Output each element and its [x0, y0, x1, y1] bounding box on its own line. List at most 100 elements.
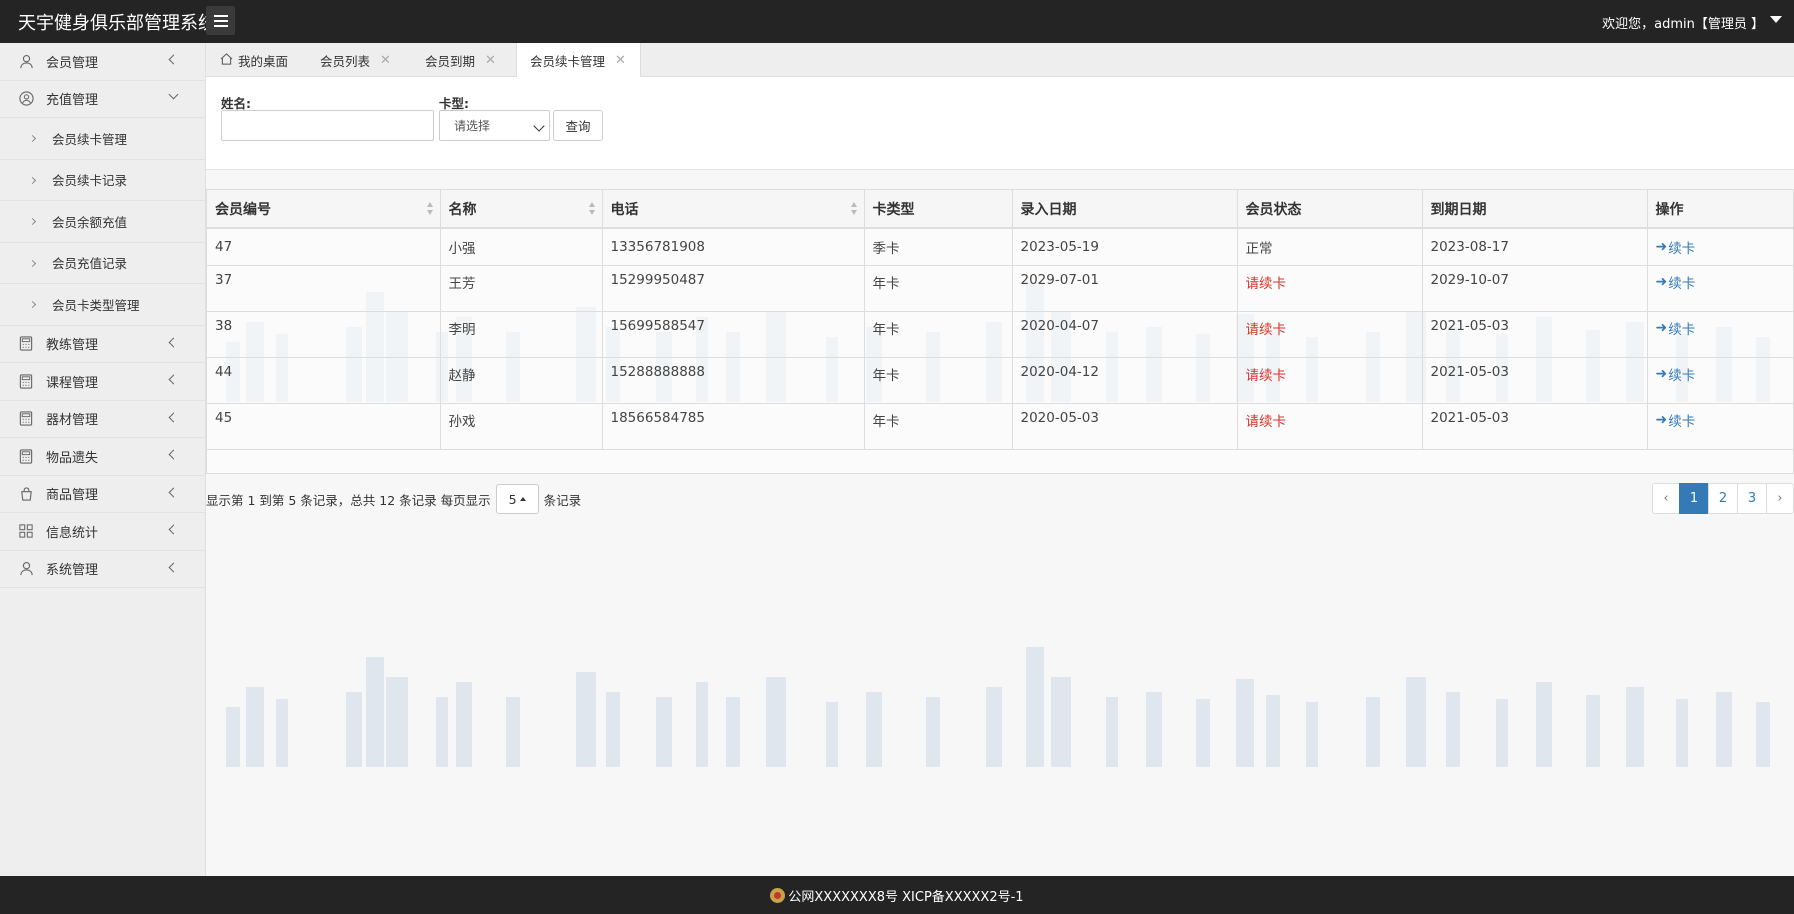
chevron-down-icon [533, 120, 545, 132]
cell-entry-date: 2029-07-01 [1012, 265, 1238, 312]
sidebar-item-label: 系统管理 [46, 563, 99, 579]
cell-status: 请续卡 [1237, 403, 1423, 450]
cell-card-type: 年卡 [864, 357, 1013, 404]
sidebar-item-goods[interactable]: 商品管理 [0, 476, 205, 513]
chevron-right-icon [28, 176, 37, 184]
cell-action: ➜ 续卡 [1647, 403, 1793, 450]
chevron-down-icon [168, 89, 179, 99]
column-header-expire-date: 到期日期 [1422, 190, 1648, 229]
renew-card-link[interactable]: ➜ 续卡 [1656, 318, 1696, 338]
name-search-input[interactable] [221, 110, 434, 141]
sidebar-item-course[interactable]: 课程管理 [0, 363, 205, 401]
chevron-right-icon [28, 259, 37, 267]
user-menu[interactable]: 欢迎您，admin【管理员 】 [1602, 13, 1764, 32]
footer-text: 公网XXXXXXX8号 XICP备XXXXX2号-1 [788, 889, 1024, 905]
cell-card-type: 年卡 [864, 403, 1013, 450]
tab-renewal-management[interactable]: 会员续卡管理 ✕ [516, 43, 641, 78]
column-header-phone[interactable]: 电话 [602, 190, 865, 229]
chevron-left-icon [168, 562, 179, 572]
column-header-entry-date: 录入日期 [1012, 190, 1238, 229]
sidebar-item-equipment[interactable]: 器材管理 [0, 401, 205, 438]
calculator-icon [18, 411, 34, 427]
caret-down-icon[interactable] [1770, 16, 1782, 23]
sidebar-item-lost-items[interactable]: 物品遗失 [0, 438, 205, 476]
chevron-left-icon [168, 487, 179, 497]
cell-member-id: 38 [207, 311, 441, 358]
sort-icon[interactable] [850, 202, 858, 216]
sidebar-item-label: 商品管理 [46, 488, 99, 504]
app-title: 天宇健身俱乐部管理系统 [18, 13, 216, 34]
sidebar-subitem-balance-recharge[interactable]: 会员余额充值 [0, 201, 205, 243]
calculator-icon [18, 336, 34, 352]
chevron-right-icon [28, 134, 37, 143]
page-button[interactable]: 2 [1708, 483, 1738, 514]
cell-member-id: 44 [207, 357, 441, 404]
cell-name: 王芳 [440, 265, 603, 312]
tab-member-expiry[interactable]: 会员到期 ✕ [425, 43, 496, 77]
column-header-id[interactable]: 会员编号 [207, 190, 441, 229]
column-header-status: 会员状态 [1237, 190, 1423, 229]
close-icon[interactable]: ✕ [380, 53, 391, 68]
column-header-name[interactable]: 名称 [440, 190, 603, 229]
cell-name: 李明 [440, 311, 603, 358]
renew-card-link[interactable]: ➜ 续卡 [1656, 364, 1696, 384]
cell-phone: 15699588547 [602, 311, 865, 358]
page-size-dropdown[interactable]: 5 [495, 484, 539, 514]
menu-toggle-button[interactable] [206, 6, 235, 35]
city-skyline-background [226, 647, 1770, 767]
calculator-icon [18, 448, 34, 464]
query-button[interactable]: 查询 [553, 110, 603, 141]
tab-member-list[interactable]: 会员列表 ✕ [320, 43, 391, 77]
pagination: ‹ 1 2 3 › [1652, 483, 1794, 514]
page-button[interactable]: 1 [1679, 483, 1709, 514]
renew-card-link[interactable]: ➜ 续卡 [1656, 237, 1696, 257]
sidebar-item-statistics[interactable]: 信息统计 [0, 513, 205, 551]
sidebar-subitem-label: 会员续卡管理 [52, 131, 128, 147]
column-header-card-type: 卡类型 [864, 190, 1013, 229]
cell-phone: 15299950487 [602, 265, 865, 312]
chevron-left-icon [168, 54, 179, 65]
table-row: 38 李明 15699588547 年卡 2020-04-07 请续卡 2021-05-03… [207, 311, 1793, 358]
sidebar-subitem-renewal[interactable]: 会员续卡管理 [0, 118, 205, 160]
cell-name: 孙戏 [440, 403, 603, 450]
close-icon[interactable]: ✕ [615, 53, 626, 68]
member-table: 会员编号 名称 电话 卡类型 录入日期 会员状态 到期日期 操作 47 小强 133… [206, 189, 1794, 474]
cell-status: 正常 [1237, 228, 1423, 266]
renew-card-label: 续卡 [1668, 413, 1696, 430]
sidebar-subitem-recharge-records[interactable]: 会员充值记录 [0, 243, 205, 284]
cell-card-type: 年卡 [864, 311, 1013, 358]
renew-card-label: 续卡 [1668, 367, 1696, 384]
sort-icon[interactable] [588, 202, 596, 216]
cell-status: 请续卡 [1237, 311, 1423, 358]
cell-name: 小强 [440, 228, 603, 266]
tab-label: 会员到期 [425, 53, 476, 69]
page-button[interactable]: 3 [1737, 483, 1767, 514]
tab-desktop[interactable]: 我的桌面 [220, 43, 288, 77]
renew-card-label: 续卡 [1668, 275, 1696, 292]
tab-bar: 我的桌面 会员列表 ✕ 会员到期 ✕ 会员续卡管理 ✕ [206, 43, 1794, 78]
cell-action: ➜ 续卡 [1647, 357, 1793, 404]
renew-card-link[interactable]: ➜ 续卡 [1656, 410, 1696, 430]
next-page-button[interactable]: › [1766, 483, 1794, 514]
cell-entry-date: 2020-04-07 [1012, 311, 1238, 358]
sidebar-subitem-renewal-records[interactable]: 会员续卡记录 [0, 160, 205, 201]
sidebar-item-recharge[interactable]: 充值管理 [0, 81, 205, 118]
sidebar-subitem-card-types[interactable]: 会员卡类型管理 [0, 284, 205, 326]
sort-icon[interactable] [426, 202, 434, 216]
sidebar-item-member[interactable]: 会员管理 [0, 43, 205, 81]
card-type-select[interactable]: 请选择 [439, 110, 550, 141]
cell-card-type: 季卡 [864, 228, 1013, 266]
home-icon [220, 52, 233, 68]
page-size-value: 5 [508, 491, 517, 507]
prev-page-button[interactable]: ‹ [1652, 483, 1680, 514]
renew-card-link[interactable]: ➜ 续卡 [1656, 272, 1696, 292]
cell-member-id: 47 [207, 228, 441, 266]
cell-status: 请续卡 [1237, 357, 1423, 404]
close-icon[interactable]: ✕ [485, 53, 496, 68]
sidebar-item-coach[interactable]: 教练管理 [0, 326, 205, 363]
cell-action: ➜ 续卡 [1647, 265, 1793, 312]
cell-entry-date: 2023-05-19 [1012, 228, 1238, 266]
sidebar-item-system[interactable]: 系统管理 [0, 551, 205, 588]
sidebar-subitem-label: 会员余额充值 [52, 214, 128, 230]
sidebar: 会员管理 充值管理 会员续卡管理 会员续卡记录 会员余额充值 会员充值记录 会员… [0, 43, 206, 876]
